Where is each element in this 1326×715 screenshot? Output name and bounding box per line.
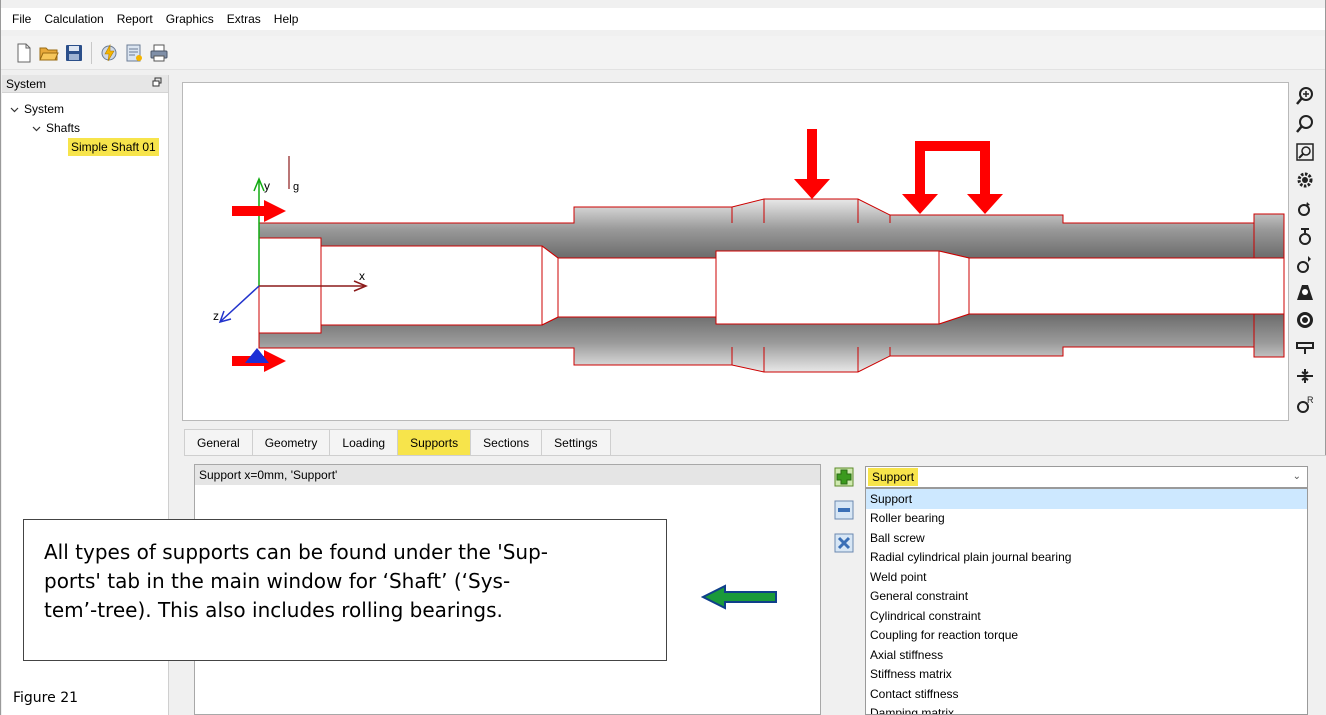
dropdown-option[interactable]: Roller bearing (866, 509, 1307, 529)
menu-help[interactable]: Help (274, 12, 299, 26)
bearing-add-icon[interactable] (1293, 252, 1317, 276)
rotate-icon[interactable] (1293, 196, 1317, 220)
delete-all-button[interactable] (833, 532, 855, 554)
coupling-icon[interactable] (1293, 364, 1317, 388)
tab-supports[interactable]: Supports (397, 429, 472, 455)
tab-geometry[interactable]: Geometry (251, 429, 331, 455)
tree-item-label: Simple Shaft 01 (68, 138, 159, 156)
list-action-buttons (833, 466, 857, 565)
axis-x-label: x (359, 269, 365, 283)
tab-settings[interactable]: Settings (541, 429, 611, 455)
callout-arrow (701, 584, 777, 610)
open-folder-icon[interactable] (38, 42, 60, 64)
axis-z-label: z (213, 309, 219, 323)
svg-text:R: R (1307, 395, 1314, 405)
graphics-toolbar: R (1291, 84, 1321, 424)
shaft-body (258, 198, 1285, 373)
report-icon[interactable] (123, 42, 145, 64)
tree-item-label: Shafts (46, 121, 81, 135)
support-type-select[interactable]: Support ⌄ (865, 466, 1308, 488)
float-panel-icon[interactable] (152, 77, 162, 90)
dropdown-option[interactable]: Contact stiffness (866, 684, 1307, 704)
dropdown-option[interactable]: Cylindrical constraint (866, 606, 1307, 626)
callout-line: ports' tab in the main window for ‘Shaft… (44, 569, 511, 593)
dropdown-option[interactable]: Coupling for reaction torque (866, 626, 1307, 646)
zoom-in-icon[interactable] (1293, 84, 1317, 108)
application-window: File Calculation Report Graphics Extras … (0, 0, 1326, 715)
tree-item-shafts[interactable]: Shafts (32, 121, 80, 135)
tree-item-system[interactable]: System (10, 102, 64, 116)
list-item[interactable]: Support x=0mm, 'Support' (195, 465, 820, 485)
tab-general[interactable]: General (184, 429, 253, 455)
gear-icon[interactable] (1293, 168, 1317, 192)
shaft-drawing: y x z g (213, 129, 1285, 373)
dropdown-option[interactable]: Stiffness matrix (866, 665, 1307, 685)
figure-label: Figure 21 (13, 690, 79, 706)
zoom-out-icon[interactable] (1293, 112, 1317, 136)
menu-extras[interactable]: Extras (227, 12, 261, 26)
toolbar-separator (91, 41, 92, 64)
reaction-icon[interactable]: R (1293, 392, 1317, 416)
system-panel-title: System (6, 76, 47, 91)
save-icon[interactable] (63, 42, 85, 64)
disk-icon[interactable] (1293, 308, 1317, 332)
shaft-graphics-view[interactable]: y x z g (182, 82, 1289, 421)
dropdown-option[interactable]: Damping matrix (866, 704, 1307, 714)
menu-file[interactable]: File (12, 12, 31, 26)
dropdown-option[interactable]: Support (866, 489, 1307, 509)
bearing-icon[interactable] (1293, 224, 1317, 248)
calculate-icon[interactable] (98, 42, 120, 64)
system-panel-header: System (2, 75, 168, 93)
axis-y-label: y (264, 179, 270, 193)
callout-line: All types of supports can be found under… (44, 540, 549, 564)
menu-report[interactable]: Report (117, 12, 153, 26)
toolbar (1, 36, 1325, 70)
tree-item-label: System (24, 102, 65, 116)
menu-bar: File Calculation Report Graphics Extras … (1, 8, 1325, 30)
chevron-down-icon[interactable] (32, 124, 41, 133)
weight-icon[interactable] (1293, 280, 1317, 304)
tree-item-simple-shaft[interactable]: Simple Shaft 01 (68, 138, 159, 156)
tab-sections[interactable]: Sections (470, 429, 543, 455)
chevron-down-icon[interactable] (10, 105, 19, 114)
torque-load-arrow (902, 141, 1003, 214)
tab-bar: General Geometry Loading Supports Sectio… (184, 429, 611, 455)
chevron-down-icon[interactable]: ⌄ (1293, 471, 1301, 482)
tab-loading[interactable]: Loading (329, 429, 399, 455)
gravity-label: g (293, 181, 299, 193)
dropdown-option[interactable]: General constraint (866, 587, 1307, 607)
print-icon[interactable] (148, 42, 170, 64)
support-type-value: Support (868, 468, 919, 486)
support-type-dropdown: Support Roller bearing Ball screw Radial… (865, 488, 1308, 715)
dropdown-option[interactable]: Ball screw (866, 528, 1307, 548)
dropdown-option[interactable]: Axial stiffness (866, 645, 1307, 665)
radial-load-arrow (794, 129, 830, 199)
remove-support-button[interactable] (833, 499, 855, 521)
new-file-icon[interactable] (13, 42, 35, 64)
menu-calculation[interactable]: Calculation (44, 12, 103, 26)
add-support-button[interactable] (833, 466, 855, 488)
dropdown-option[interactable]: Radial cylindrical plain journal bearing (866, 548, 1307, 568)
annotation-callout: All types of supports can be found under… (23, 519, 667, 661)
callout-line: tem’-tree). This also includes rolling b… (44, 598, 503, 622)
menu-graphics[interactable]: Graphics (166, 12, 214, 26)
support-icon[interactable] (1293, 336, 1317, 360)
zoom-window-icon[interactable] (1293, 140, 1317, 164)
dropdown-option[interactable]: Weld point (866, 567, 1307, 587)
